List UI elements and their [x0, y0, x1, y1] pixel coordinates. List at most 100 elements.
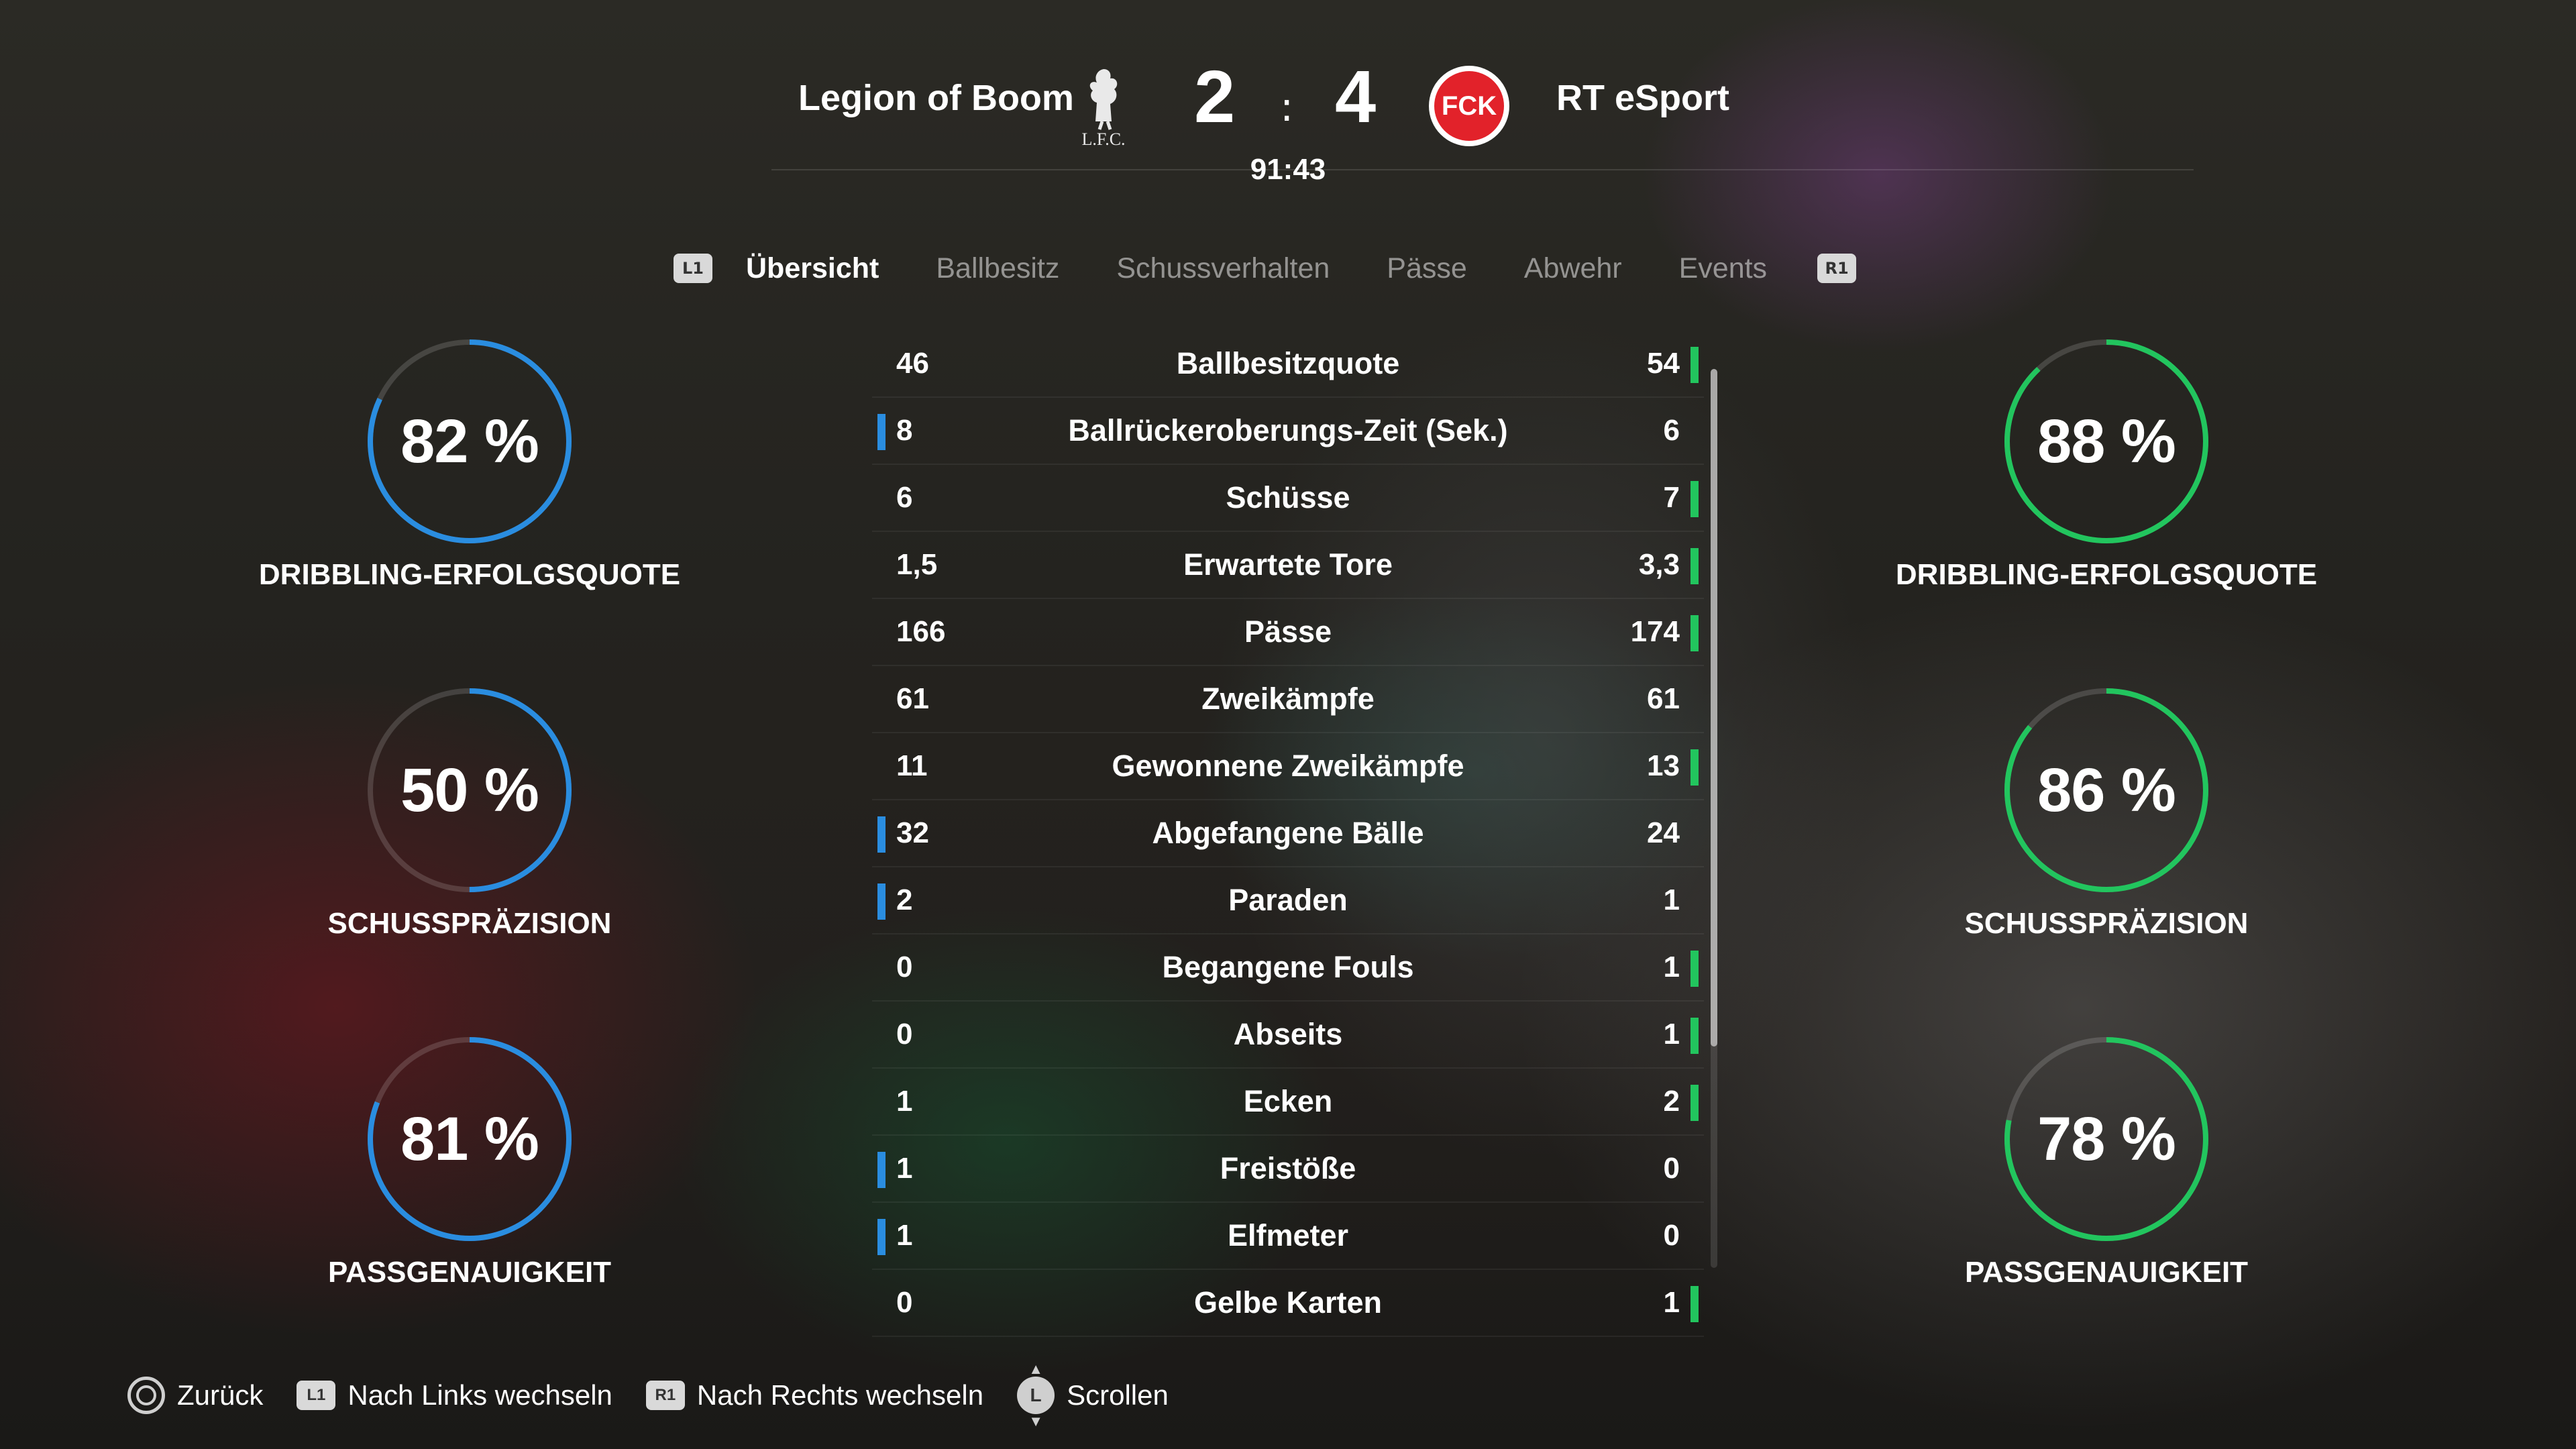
stat-away-value: 6 [1663, 414, 1680, 447]
away-dribbling-value: 88 % [2037, 407, 2176, 476]
stat-name: Freistöße [1220, 1151, 1356, 1185]
home-pass-accuracy-value: 81 % [400, 1104, 539, 1173]
stat-name: Ballbesitzquote [1176, 346, 1400, 380]
stat-name: Gewonnene Zweikämpfe [1112, 749, 1464, 783]
stat-away-value: 0 [1663, 1152, 1680, 1185]
away-logo-text: FCK [1441, 91, 1497, 121]
away-team-logo: FCK [1427, 64, 1511, 148]
stat-row: 61 Zweikämpfe 61 [872, 666, 1704, 733]
away-shot-accuracy-value: 86 % [2037, 755, 2176, 824]
tab-uebersicht[interactable]: Übersicht [746, 252, 879, 285]
stat-name: Ballrückeroberungs-Zeit (Sek.) [1068, 413, 1508, 447]
away-lead-marker [1690, 347, 1699, 383]
l1-button-icon: L1 [297, 1381, 336, 1410]
stat-row: 1 Ecken 2 [872, 1069, 1704, 1136]
away-lead-marker [1690, 481, 1699, 517]
away-lead-marker [1690, 615, 1699, 651]
tab-ballbesitz[interactable]: Ballbesitz [936, 252, 1059, 285]
score-separator: : [1280, 84, 1294, 131]
tab-bar: L1 Übersicht Ballbesitz Schussverhalten … [674, 245, 1857, 292]
switch-left-control[interactable]: L1 Nach Links wechseln [297, 1379, 612, 1411]
circle-button-icon [127, 1377, 165, 1414]
switch-left-label: Nach Links wechseln [347, 1379, 612, 1411]
stat-away-value: 13 [1647, 749, 1680, 782]
stat-name: Zweikämpfe [1201, 682, 1375, 716]
stat-name: Elfmeter [1227, 1218, 1349, 1252]
left-stick-icon: ▲ L ▼ [1017, 1362, 1055, 1429]
home-dribbling-value: 82 % [400, 407, 539, 476]
stat-row: 8 Ballrückeroberungs-Zeit (Sek.) 6 [872, 398, 1704, 465]
switch-right-control[interactable]: R1 Nach Rechts wechseln [645, 1379, 984, 1411]
away-lead-marker [1690, 749, 1699, 786]
away-pass-accuracy-value: 78 % [2037, 1104, 2176, 1173]
away-lead-marker [1690, 1286, 1699, 1322]
stat-name: Gelbe Karten [1193, 1285, 1383, 1320]
stat-name: Erwartete Tore [1183, 547, 1393, 582]
away-score: 4 [1335, 56, 1377, 138]
home-shot-accuracy-label: SCHUSSPRÄZISION [327, 907, 612, 940]
stat-row: 1 Elfmeter 0 [872, 1203, 1704, 1270]
stat-away-value: 1 [1663, 883, 1680, 916]
stat-away-value: 54 [1647, 347, 1680, 380]
stat-away-value: 3,3 [1638, 548, 1680, 581]
away-pass-accuracy-ring: 78 % [1999, 1032, 2214, 1246]
away-dribbling-label: DRIBBLING-ERFOLGSQUOTE [1895, 558, 2318, 591]
away-lead-marker [1690, 1018, 1699, 1054]
stats-scrollbar-thumb[interactable] [1711, 369, 1717, 1046]
away-shot-accuracy-label: SCHUSSPRÄZISION [1964, 907, 2249, 940]
away-dribbling-ring: 88 % [1999, 334, 2214, 549]
stat-name: Paraden [1228, 883, 1348, 917]
stat-row: 2 Paraden 1 [872, 867, 1704, 934]
back-label: Zurück [177, 1379, 264, 1411]
r1-button-icon: R1 [645, 1381, 685, 1410]
away-lead-marker [1690, 548, 1699, 584]
scoreboard-divider [771, 169, 2194, 170]
home-dribbling-ring: 82 % [362, 334, 577, 549]
tab-paesse[interactable]: Pässe [1387, 252, 1467, 285]
scroll-control[interactable]: ▲ L ▼ Scrollen [1017, 1362, 1169, 1429]
scroll-label: Scrollen [1067, 1379, 1169, 1411]
stat-away-value: 1 [1663, 1286, 1680, 1319]
stat-away-value: 2 [1663, 1085, 1680, 1118]
stat-row: 11 Gewonnene Zweikämpfe 13 [872, 733, 1704, 800]
stat-name: Ecken [1243, 1084, 1333, 1118]
away-pass-accuracy-label: PASSGENAUIGKEIT [1964, 1256, 2249, 1289]
stat-away-value: 1 [1663, 1018, 1680, 1051]
stat-row: 0 Begangene Fouls 1 [872, 934, 1704, 1002]
away-lead-marker [1690, 951, 1699, 987]
stat-name: Abseits [1233, 1017, 1343, 1051]
stat-row: 32 Abgefangene Bälle 24 [872, 800, 1704, 867]
home-dribbling-label: DRIBBLING-ERFOLGSQUOTE [258, 558, 681, 591]
stat-row: 1,5 Erwartete Tore 3,3 [872, 532, 1704, 599]
back-control[interactable]: Zurück [127, 1377, 263, 1414]
stat-away-value: 1 [1663, 951, 1680, 983]
stat-name: Pässe [1244, 614, 1332, 649]
stat-name: Schüsse [1226, 480, 1350, 515]
l1-button-icon[interactable]: L1 [674, 254, 712, 283]
stat-row: 6 Schüsse 7 [872, 465, 1704, 532]
home-team-logo: L.F.C. [1077, 64, 1130, 151]
stat-name: Abgefangene Bälle [1152, 816, 1424, 850]
away-lead-marker [1690, 1085, 1699, 1121]
stat-away-value: 174 [1630, 615, 1680, 648]
stat-away-value: 61 [1647, 682, 1680, 715]
tab-events[interactable]: Events [1679, 252, 1767, 285]
r1-button-icon[interactable]: R1 [1817, 254, 1857, 283]
home-score: 2 [1194, 56, 1236, 138]
home-shot-accuracy-ring: 50 % [362, 683, 577, 898]
stat-row: 0 Abseits 1 [872, 1002, 1704, 1069]
stat-row: 0 Gelbe Karten 1 [872, 1270, 1704, 1337]
stat-name: Begangene Fouls [1162, 950, 1414, 984]
stat-away-value: 24 [1647, 816, 1680, 849]
switch-right-label: Nach Rechts wechseln [696, 1379, 984, 1411]
home-shot-accuracy-value: 50 % [400, 755, 539, 824]
left-stick-badge: L [1017, 1377, 1055, 1414]
stat-away-value: 7 [1663, 481, 1680, 514]
tab-abwehr[interactable]: Abwehr [1524, 252, 1622, 285]
tab-schussverhalten[interactable]: Schussverhalten [1116, 252, 1330, 285]
away-team-name: RT eSport [1556, 78, 1730, 118]
stat-row: 46 Ballbesitzquote 54 [872, 331, 1704, 398]
home-logo-text: L.F.C. [1081, 129, 1126, 149]
stat-row: 166 Pässe 174 [872, 599, 1704, 666]
away-shot-accuracy-ring: 86 % [1999, 683, 2214, 898]
